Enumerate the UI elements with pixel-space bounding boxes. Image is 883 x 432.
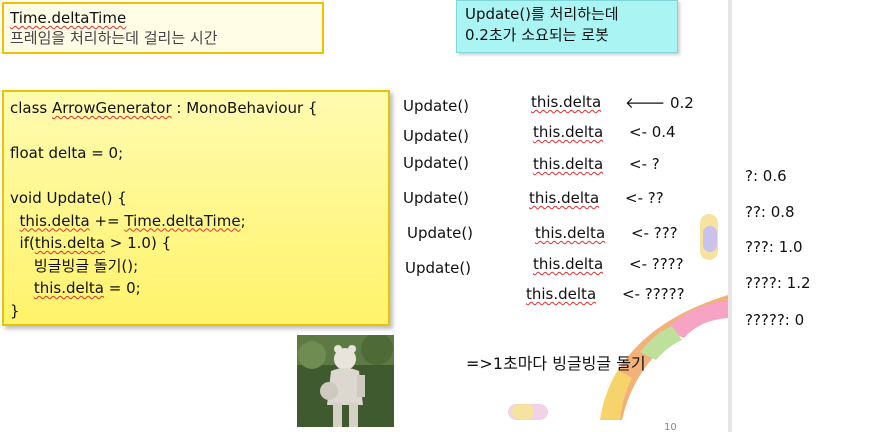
delta-var-1: this.delta (531, 93, 602, 111)
update-call-3: Update() (403, 154, 470, 172)
delta-value-1: 🡐 0.2 (625, 94, 694, 112)
update-call-5: Update() (407, 224, 474, 242)
delta-var-5: this.delta (535, 224, 606, 242)
delta-var-6: this.delta (533, 255, 604, 273)
update-call-1: Update() (403, 97, 470, 115)
statue-photo (297, 335, 394, 427)
time-box-description: 프레임을 처리하는데 걸리는 시간 (10, 29, 218, 47)
update-call-2: Update() (403, 127, 470, 145)
slide: Time.deltaTime 프레임을 처리하는데 걸리는 시간 Update(… (0, 0, 728, 432)
code-line-if: if(this.delta > 1.0) { (10, 234, 172, 252)
code-line-reset: this.delta = 0; (33, 279, 141, 297)
update-call-6: Update() (405, 259, 472, 277)
answer-4: ????: 1.2 (745, 274, 811, 292)
answer-2: ??: 0.8 (745, 203, 795, 221)
delta-var-4: this.delta (529, 189, 600, 207)
code-line-float: float delta = 0; (10, 144, 124, 162)
code-line-update: void Update() { (10, 189, 127, 207)
answer-3: ???: 1.0 (745, 238, 803, 256)
result-text: =>1초마다 빙글빙글 돌기 (466, 354, 646, 373)
deco-pill-purple (703, 226, 717, 252)
code-line-spin: 빙글빙글 돌기(); (10, 256, 139, 275)
delta-value-2: <- 0.4 (629, 123, 676, 141)
update-call-4: Update() (403, 189, 470, 207)
delta-value-4: <- ?? (625, 189, 664, 207)
delta-var-7: this.delta (526, 285, 597, 303)
delta-value-6: <- ???? (629, 255, 684, 273)
delta-var-2: this.delta (533, 123, 604, 141)
robot-note-line2: 0.2초가 소요되는 로봇 (465, 26, 609, 44)
code-line-close: } (10, 301, 20, 320)
delta-value-3: <- ? (629, 155, 660, 173)
answer-1: ?: 0.6 (745, 167, 787, 185)
delta-value-7: <- ????? (622, 285, 685, 303)
code-block: class ArrowGenerator : MonoBehaviour { f… (2, 90, 390, 326)
code-line-increment: this.delta += Time.deltaTime; (19, 211, 246, 230)
delta-value-5: <- ??? (631, 224, 678, 242)
robot-note-box: Update()를 처리하는데 0.2초가 소요되는 로봇 (456, 0, 678, 53)
time-deltatime-box: Time.deltaTime 프레임을 처리하는데 걸리는 시간 (2, 2, 324, 54)
delta-var-3: this.delta (533, 155, 604, 173)
time-box-title: Time.deltaTime (10, 9, 127, 27)
deco-pill-yellow-2 (512, 404, 534, 420)
answer-5: ?????: 0 (745, 311, 805, 329)
code-line-class: class ArrowGenerator : MonoBehaviour { (10, 99, 318, 117)
page-number: 10 (664, 422, 677, 432)
robot-note-line1: Update()를 처리하는데 (465, 5, 619, 23)
